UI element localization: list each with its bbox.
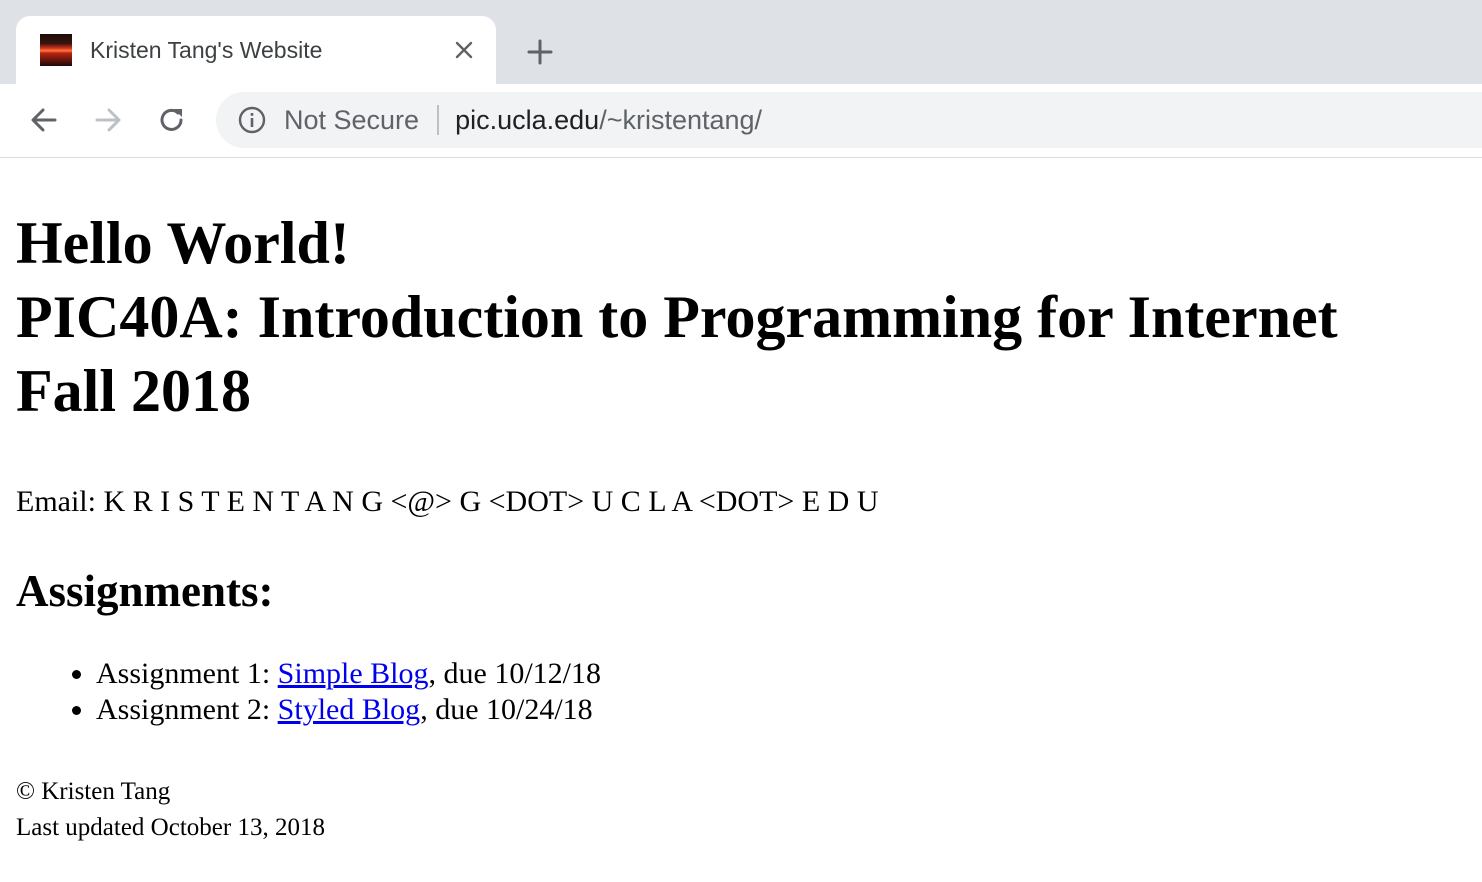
- back-arrow-icon[interactable]: [24, 100, 64, 140]
- assignment-prefix: Assignment 2:: [96, 693, 278, 726]
- info-icon[interactable]: [236, 104, 268, 136]
- assignment-due: , due 10/24/18: [420, 693, 593, 726]
- last-updated-text: Last updated October 13, 2018: [16, 814, 325, 841]
- url-host: pic.ucla.edu: [455, 104, 600, 135]
- tab-strip: Kristen Tang's Website: [0, 0, 1482, 84]
- list-item: Assignment 1: Simple Blog, due 10/12/18: [96, 656, 1466, 692]
- tab-title: Kristen Tang's Website: [90, 36, 323, 63]
- new-tab-icon[interactable]: [520, 32, 560, 72]
- security-status-label[interactable]: Not Secure: [284, 105, 419, 136]
- heading-line-2: PIC40A: Introduction to Programming for …: [16, 284, 1338, 350]
- close-tab-icon[interactable]: [448, 34, 480, 66]
- address-bar[interactable]: Not Secure pic.ucla.edu/~kristentang/: [216, 92, 1482, 148]
- assignments-heading: Assignments:: [16, 566, 274, 616]
- browser-toolbar: Not Secure pic.ucla.edu/~kristentang/: [0, 84, 1482, 158]
- page-heading: Hello World! PIC40A: Introduction to Pro…: [16, 206, 1466, 428]
- copyright-text: © Kristen Tang: [16, 778, 171, 805]
- styled-blog-link[interactable]: Styled Blog: [278, 693, 421, 726]
- address-divider: [437, 105, 440, 135]
- assignments-list: Assignment 1: Simple Blog, due 10/12/18 …: [16, 656, 1466, 728]
- reload-icon[interactable]: [152, 100, 192, 140]
- assignment-prefix: Assignment 1:: [96, 657, 278, 690]
- email-text: Email: K R I S T E N T A N G <@> G <DOT>…: [16, 485, 879, 518]
- url-path: /~kristentang/: [599, 104, 763, 135]
- site-favicon-icon: [40, 34, 72, 66]
- url-text[interactable]: pic.ucla.edu/~kristentang/: [455, 105, 762, 136]
- footer: © Kristen Tang Last updated October 13, …: [16, 774, 1466, 846]
- list-item: Assignment 2: Styled Blog, due 10/24/18: [96, 692, 1466, 728]
- heading-line-3: Fall 2018: [16, 358, 251, 424]
- assignment-due: , due 10/12/18: [428, 657, 602, 690]
- page-content: Hello World! PIC40A: Introduction to Pro…: [0, 206, 1482, 846]
- heading-line-1: Hello World!: [16, 210, 350, 276]
- active-tab[interactable]: Kristen Tang's Website: [16, 16, 496, 84]
- simple-blog-link[interactable]: Simple Blog: [278, 657, 429, 690]
- forward-arrow-icon[interactable]: [88, 100, 128, 140]
